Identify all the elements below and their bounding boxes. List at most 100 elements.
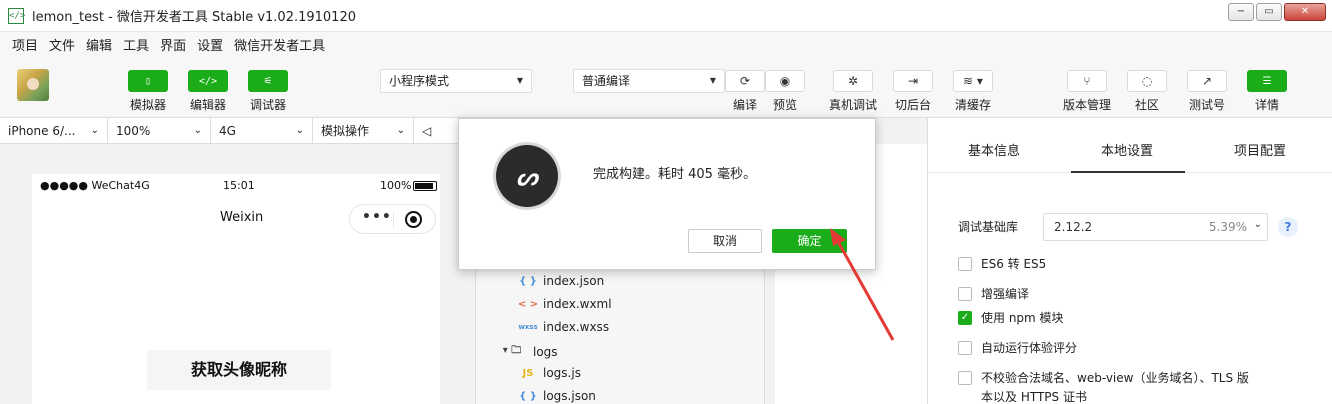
menu-settings[interactable]: 设置 <box>197 35 223 54</box>
lib-version-select[interactable]: 2.12.2 5.39% ⌄ <box>1043 213 1268 241</box>
minimize-button[interactable]: − <box>1228 3 1254 21</box>
debugger-toggle[interactable]: ⚟ 调试器 <box>248 70 288 113</box>
mode-select[interactable]: 小程序模式 ▼ <box>380 69 532 93</box>
checkbox-checked[interactable]: ✓ <box>958 310 972 325</box>
community-button[interactable]: ◌ 社区 <box>1127 70 1167 113</box>
preview-label: 预览 <box>772 98 797 112</box>
wxml-file-icon: < > <box>517 298 539 310</box>
window-title: lemon_test - 微信开发者工具 Stable v1.02.191012… <box>32 10 356 25</box>
carrier-text: ●●●●● WeChat4G <box>40 179 150 192</box>
background-button[interactable]: ⇥ 切后台 <box>893 70 933 113</box>
external-link-icon: ↗ <box>1187 70 1227 92</box>
sliders-icon: ⚟ <box>248 70 288 92</box>
file-item[interactable]: { } index.json <box>517 274 604 288</box>
option-npm[interactable]: ✓ 使用 npm 模块 <box>958 309 1064 326</box>
lib-version-value: 2.12.2 <box>1054 220 1093 234</box>
option-auto-audit[interactable]: 自动运行体验评分 <box>958 339 1077 356</box>
details-label: 详情 <box>1254 98 1279 112</box>
close-target-icon[interactable] <box>405 211 422 228</box>
speaker-icon: ◁ <box>422 124 432 138</box>
user-avatar[interactable] <box>17 69 49 101</box>
tab-local-settings[interactable]: 本地设置 <box>1070 140 1186 173</box>
file-item[interactable]: JS logs.js <box>517 366 581 380</box>
folder-name: logs <box>533 344 558 359</box>
window-controls: − ▭ ✕ <box>1228 3 1326 21</box>
community-label: 社区 <box>1134 98 1159 112</box>
clear-cache-button[interactable]: ≋ ▾ 清缓存 <box>953 70 993 113</box>
file-item[interactable]: { } logs.json <box>517 389 596 403</box>
folder-icon: ▾ 🗀 <box>502 345 522 356</box>
file-item[interactable]: wxss index.wxss <box>517 320 609 334</box>
editor-toggle[interactable]: </> 编辑器 <box>188 70 228 113</box>
preview-button[interactable]: ◉ 预览 <box>765 70 805 113</box>
compile-label: 编译 <box>732 98 757 112</box>
checkbox[interactable] <box>958 340 972 355</box>
title-bar: </> lemon_test - 微信开发者工具 Stable v1.02.19… <box>0 0 1332 32</box>
version-button[interactable]: ⑂ 版本管理 <box>1063 70 1111 113</box>
get-avatar-nickname-button[interactable]: 获取头像昵称 <box>147 350 331 390</box>
option-label: ES6 转 ES5 <box>981 257 1047 271</box>
operation-select[interactable]: 模拟操作 ⌄ <box>313 118 414 144</box>
compile-button[interactable]: ⟳ 编译 <box>725 70 765 113</box>
compile-select[interactable]: 普通编译 ▼ <box>573 69 725 93</box>
lib-percent: 5.39% <box>1208 220 1247 234</box>
network-select[interactable]: 4G ⌄ <box>211 118 313 144</box>
tab-project-config[interactable]: 项目配置 <box>1234 140 1286 159</box>
option-es6[interactable]: ES6 转 ES5 <box>958 255 1046 272</box>
chevron-down-icon: ⌄ <box>396 125 405 136</box>
menu-interface[interactable]: 界面 <box>160 35 186 54</box>
menu-tools[interactable]: 工具 <box>123 35 149 54</box>
cancel-button[interactable]: 取消 <box>688 229 762 253</box>
main-toolbar: ▯ 模拟器 </> 编辑器 ⚟ 调试器 小程序模式 ▼ 普通编译 ▼ ⟳ 编译 … <box>0 56 1332 118</box>
zoom-select-value: 100% <box>116 124 151 138</box>
device-select[interactable]: iPhone 6/... ⌄ <box>0 118 108 144</box>
chat-icon: ◌ <box>1127 70 1167 92</box>
mute-button[interactable]: ◁ <box>414 118 458 144</box>
more-dots-icon[interactable]: ••• <box>362 209 392 225</box>
menu-wechat-devtools[interactable]: 微信开发者工具 <box>234 35 325 54</box>
caret-down-icon: ▼ <box>516 76 523 85</box>
capsule-divider <box>393 212 394 228</box>
menu-edit[interactable]: 编辑 <box>86 35 112 54</box>
test-account-button[interactable]: ↗ 测试号 <box>1187 70 1227 113</box>
branch-icon: ⑂ <box>1067 70 1107 92</box>
clear-cache-label: 清缓存 <box>954 98 991 112</box>
device-debug-button[interactable]: ✲ 真机调试 <box>829 70 877 113</box>
option-label: 使用 npm 模块 <box>981 311 1064 325</box>
file-item[interactable]: < > index.wxml <box>517 297 612 311</box>
status-time: 15:01 <box>223 179 255 192</box>
option-skip-domain-check[interactable]: 不校验合法域名、web-view（业务域名）、TLS 版 本以及 HTTPS 证… <box>958 369 1249 404</box>
caret-down-icon: ▼ <box>709 76 716 85</box>
checkbox[interactable] <box>958 286 972 301</box>
menu-file[interactable]: 文件 <box>49 35 75 54</box>
checkbox[interactable] <box>958 256 972 271</box>
bug-icon: ✲ <box>833 70 873 92</box>
operation-select-value: 模拟操作 <box>321 124 370 138</box>
battery-icon <box>413 181 437 191</box>
folder-item[interactable]: ▾ 🗀 logs <box>495 343 558 360</box>
version-label: 版本管理 <box>1063 98 1112 112</box>
tab-basic-info[interactable]: 基本信息 <box>968 140 1020 159</box>
details-button[interactable]: ☰ 详情 <box>1247 70 1287 113</box>
maximize-button[interactable]: ▭ <box>1256 3 1282 21</box>
eye-icon: ◉ <box>765 70 805 92</box>
option-label: 自动运行体验评分 <box>981 341 1078 355</box>
dialog-message: 完成构建。耗时 405 毫秒。 <box>593 167 757 182</box>
background-label: 切后台 <box>894 98 931 112</box>
editor-label: 编辑器 <box>189 98 226 112</box>
json-file-icon: { } <box>519 275 537 287</box>
debugger-label: 调试器 <box>249 98 286 112</box>
file-name: index.wxss <box>543 320 610 334</box>
checkbox[interactable] <box>958 371 972 385</box>
close-button[interactable]: ✕ <box>1284 3 1326 21</box>
zoom-select[interactable]: 100% ⌄ <box>108 118 211 144</box>
capsule-menu[interactable]: ••• <box>349 204 436 234</box>
confirm-button[interactable]: 确定 <box>772 229 847 253</box>
option-enhanced-compile[interactable]: 增强编译 <box>958 285 1029 302</box>
help-icon[interactable]: ? <box>1278 217 1298 237</box>
simulator-toggle[interactable]: ▯ 模拟器 <box>128 70 168 113</box>
menu-project[interactable]: 项目 <box>12 35 38 54</box>
chevron-down-icon: ⌄ <box>295 125 304 136</box>
json-file-icon: { } <box>519 390 537 402</box>
phone-screen: ●●●●● WeChat4G 15:01 100% Weixin ••• 获取头… <box>32 174 440 404</box>
